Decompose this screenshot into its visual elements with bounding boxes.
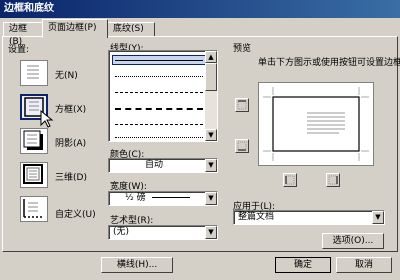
setting-custom-button[interactable] — [20, 196, 48, 222]
line-style-dash-dot[interactable] — [115, 124, 203, 125]
setting-custom-icon — [23, 199, 42, 218]
mouse-cursor-icon — [40, 110, 54, 128]
width-line-sample — [151, 197, 190, 198]
scroll-down-icon[interactable]: ▼ — [205, 129, 217, 141]
chevron-down-icon[interactable]: ▼ — [205, 159, 217, 172]
top-border-icon — [237, 100, 247, 110]
color-select[interactable]: 自动 ▼ — [108, 158, 218, 173]
chevron-down-icon[interactable]: ▼ — [205, 192, 217, 205]
setting-shadow-button[interactable] — [20, 128, 48, 154]
top-border-button[interactable] — [235, 98, 249, 112]
line-style-scrollbar[interactable]: ▲ ▼ — [205, 51, 217, 141]
setting-custom-label: 自定义(U) — [55, 210, 96, 220]
line-style-solid[interactable] — [115, 60, 203, 61]
color-value: 自动 — [144, 160, 163, 170]
settings-label: 设置: — [8, 45, 30, 55]
right-border-button[interactable] — [326, 173, 340, 187]
setting-shadow-icon — [23, 130, 43, 150]
line-style-dashed[interactable] — [115, 92, 203, 93]
line-style-list[interactable]: ▲ ▼ — [108, 50, 218, 142]
apply-to-select[interactable]: 整篇文档 ▼ — [233, 210, 385, 225]
setting-3d-button[interactable] — [20, 162, 48, 188]
setting-3d-label: 三维(D) — [55, 173, 87, 183]
setting-box-label: 方框(X) — [55, 105, 87, 115]
chevron-down-icon[interactable]: ▼ — [205, 226, 217, 239]
art-select[interactable]: (无) ▼ — [108, 225, 218, 240]
preview-title: 预览 — [233, 44, 252, 54]
cancel-button[interactable]: 取消 — [336, 257, 392, 273]
tab-borders[interactable]: 边框(B) — [3, 22, 43, 47]
setting-shadow-label: 阴影(A) — [55, 139, 87, 149]
preview-hint: 单击下方图示或使用按钮可设置边框 — [258, 58, 400, 68]
scroll-thumb[interactable] — [205, 63, 217, 91]
width-select[interactable]: ½ 磅 ▼ — [108, 191, 218, 206]
borders-shading-dialog: 边框和底纹 边框(B) 页面边框(P) 底纹(S) 设置: 无(N) 方框(X)… — [0, 0, 400, 280]
dialog-title: 边框和底纹 — [0, 0, 400, 18]
bottom-border-icon — [237, 141, 247, 151]
setting-3d-icon — [23, 164, 43, 184]
apply-to-value: 整篇文档 — [238, 212, 275, 222]
setting-none-icon — [27, 65, 39, 79]
scroll-up-icon[interactable]: ▲ — [205, 51, 217, 63]
art-value: (无) — [113, 227, 130, 237]
chevron-down-icon[interactable]: ▼ — [372, 211, 384, 224]
right-border-icon — [328, 175, 338, 185]
setting-none-button[interactable] — [20, 60, 48, 86]
line-style-dotted[interactable] — [115, 76, 203, 77]
page-preview-icon — [263, 87, 369, 161]
width-value: ½ 磅 — [125, 193, 146, 203]
border-preview[interactable] — [258, 82, 374, 166]
tab-page-border[interactable]: 页面边框(P) — [42, 19, 108, 38]
ok-button[interactable]: 确定 — [275, 257, 331, 273]
bottom-border-button[interactable] — [235, 139, 249, 153]
horizontal-line-button[interactable]: 横线(H)... — [101, 257, 173, 273]
left-border-icon — [285, 175, 295, 185]
line-style-long-dash[interactable] — [115, 108, 203, 110]
line-style-dash-dot-dot[interactable] — [115, 137, 203, 138]
tab-shading[interactable]: 底纹(S) — [107, 22, 155, 37]
left-border-button[interactable] — [283, 173, 297, 187]
setting-none-label: 无(N) — [55, 71, 78, 81]
options-button[interactable]: 选项(O)... — [322, 233, 384, 249]
